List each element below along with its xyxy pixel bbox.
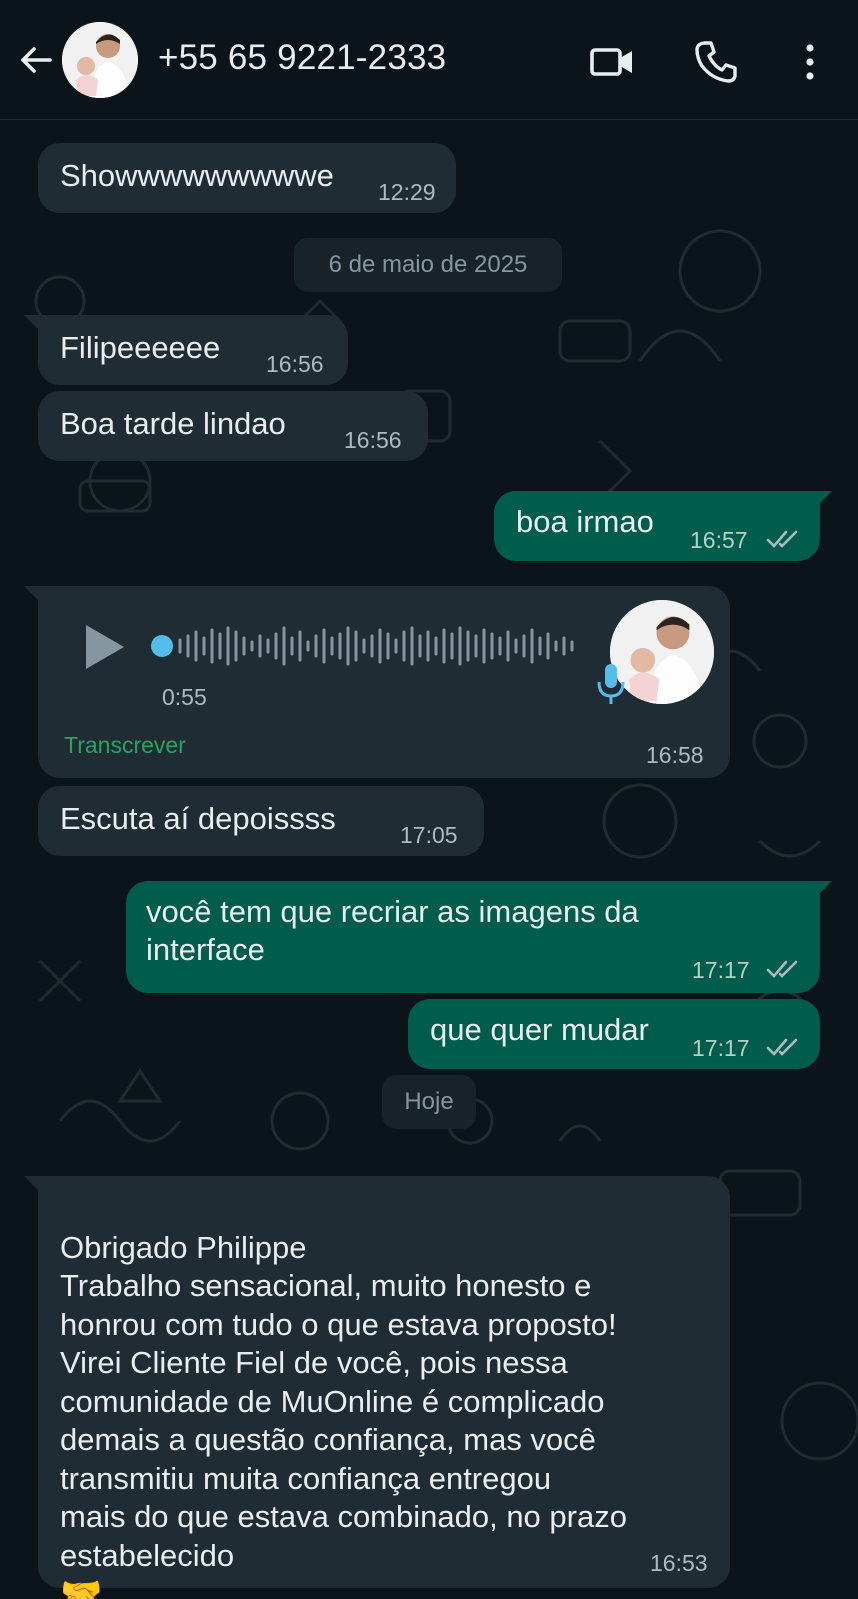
voice-message[interactable]: 0:55 Transcrever 16:58 [38,586,730,778]
microphone-icon [597,664,625,704]
video-call-icon[interactable] [588,38,636,86]
play-icon[interactable] [82,622,126,672]
double-check-icon [766,960,798,978]
phone-icon[interactable] [692,38,740,86]
double-check-icon [766,530,798,548]
incoming-message[interactable]: Showwwwwwwwwe 12:29 [38,143,456,213]
message-time: 16:56 [266,351,324,377]
chat-header: +55 65 9221-2333 [0,0,858,120]
message-text: Showwwwwwwwwe [60,158,334,193]
outgoing-message[interactable]: que quer mudar 17:17 [408,999,820,1069]
message-time: 17:05 [400,822,458,848]
transcribe-link[interactable]: Transcrever [64,732,186,759]
message-time: 17:17 [692,1035,750,1061]
message-text: Boa tarde lindao [60,406,286,441]
message-text: boa irmao [516,504,654,539]
handshake-emoji: 🤝 [60,1575,103,1599]
incoming-message[interactable]: Obrigado Philippe Trabalho sensacional, … [38,1176,730,1599]
incoming-message[interactable]: Escuta aí depoissss 17:05 [38,786,484,856]
contact-name[interactable]: +55 65 9221-2333 [158,38,446,78]
message-text: Escuta aí depoissss [60,801,336,836]
message-body: Obrigado Philippe Trabalho sensacional, … [60,1190,710,1599]
more-vert-icon[interactable] [786,38,834,86]
contact-avatar[interactable] [62,22,138,98]
incoming-message[interactable]: Filipeeeeee 16:56 [38,315,348,385]
message-text: Obrigado Philippe Trabalho sensacional, … [60,1229,627,1573]
message-time: 16:57 [690,527,748,553]
arrow-left-icon[interactable] [14,38,58,82]
incoming-message[interactable]: Boa tarde lindao 16:56 [38,391,428,461]
message-text: que quer mudar [430,1012,649,1047]
message-time: 16:53 [650,1550,708,1576]
outgoing-message[interactable]: você tem que recriar as imagens da inter… [126,881,820,993]
audio-waveform[interactable] [146,616,606,676]
date-separator: Hoje [382,1075,476,1129]
message-text: Filipeeeeee [60,330,221,365]
message-time: 12:29 [378,179,436,205]
message-time: 17:17 [692,957,750,983]
message-text: você tem que recriar as imagens da inter… [146,894,639,967]
message-time: 16:56 [344,427,402,453]
voice-duration: 0:55 [162,684,207,710]
outgoing-message[interactable]: boa irmao 16:57 [494,491,820,561]
chat-area[interactable]: Showwwwwwwwwe 12:29 6 de maio de 2025 Fi… [0,121,858,1599]
message-time: 16:58 [646,742,704,768]
date-separator: 6 de maio de 2025 [294,238,562,292]
double-check-icon [766,1038,798,1056]
